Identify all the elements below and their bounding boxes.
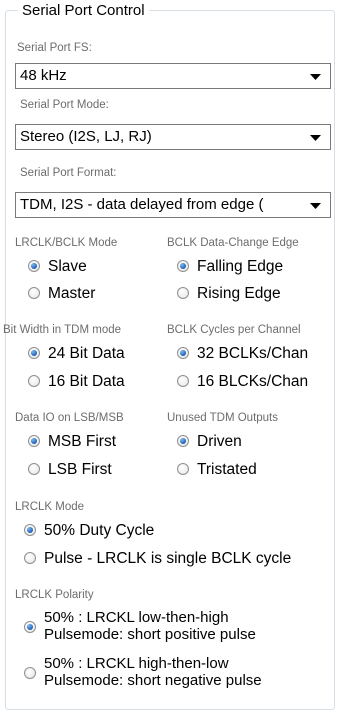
chevron-down-icon (310, 64, 322, 88)
radio-32-bclks-label: 32 BCLKs/Chan (197, 345, 309, 362)
radio-button-icon (177, 287, 189, 299)
serial-port-format-select[interactable]: TDM, I2S - data delayed from edge ( (15, 192, 331, 218)
radio-16-bit-label: 16 Bit Data (48, 373, 125, 390)
radio-msb-first-label: MSB First (48, 433, 117, 450)
bclk-edge-label: BCLK Data-Change Edge (167, 237, 299, 249)
radio-button-icon (28, 435, 40, 447)
lrclk-mode-label: LRCLK Mode (15, 501, 85, 513)
chevron-down-icon (310, 125, 322, 149)
serial-port-fs-value: 48 kHz (20, 67, 67, 84)
radio-button-icon (177, 375, 189, 387)
radio-tristated-label: Tristated (197, 461, 257, 478)
radio-button-icon (28, 287, 40, 299)
bclk-cycles-label: BCLK Cycles per Channel (167, 324, 301, 336)
bit-width-label: Bit Width in TDM mode (3, 324, 122, 336)
polarity-option-1-line2: Pulsemode: short positive pulse (44, 626, 256, 643)
serial-port-fs-select[interactable]: 48 kHz (15, 63, 331, 89)
serial-port-mode-value: Stereo (I2S, LJ, RJ) (20, 128, 152, 145)
polarity-option-2-line2: Pulsemode: short negative pulse (44, 672, 262, 689)
polarity-option-1-line1: 50% : LRCKL low-then-high (44, 609, 229, 626)
radio-falling-edge-label: Falling Edge (197, 258, 284, 275)
radio-button-icon (177, 463, 189, 475)
radio-button-icon (24, 524, 36, 536)
radio-16-bclks-label: 16 BLCKs/Chan (197, 373, 309, 390)
radio-button-icon (28, 347, 40, 359)
lrclk-polarity-label: LRCLK Polarity (15, 589, 94, 601)
radio-button-icon (24, 667, 36, 679)
radio-pulse-label: Pulse - LRCLK is single BCLK cycle (44, 550, 292, 567)
radio-button-icon (177, 347, 189, 359)
serial-port-mode-select[interactable]: Stereo (I2S, LJ, RJ) (15, 124, 331, 150)
serial-port-mode-label: Serial Port Mode: (20, 99, 109, 111)
radio-50-duty-label: 50% Duty Cycle (44, 522, 155, 539)
radio-button-icon (28, 375, 40, 387)
chevron-down-icon (310, 193, 322, 217)
lrclk-bclk-mode-label: LRCLK/BCLK Mode (15, 237, 118, 249)
radio-button-icon (24, 621, 36, 633)
serial-port-format-value: TDM, I2S - data delayed from edge ( (20, 196, 264, 213)
radio-button-icon (24, 552, 36, 564)
polarity-option-2-line1: 50% : LRCKL high-then-low (44, 655, 229, 672)
radio-master-label: Master (48, 285, 96, 302)
radio-button-icon (177, 260, 189, 272)
radio-button-icon (177, 435, 189, 447)
radio-slave-label: Slave (48, 258, 87, 275)
radio-button-icon (28, 463, 40, 475)
serial-port-format-label: Serial Port Format: (20, 167, 117, 179)
radio-24-bit-label: 24 Bit Data (48, 345, 125, 362)
radio-lsb-first-label: LSB First (48, 461, 112, 478)
data-io-label: Data IO on LSB/MSB (15, 412, 124, 424)
radio-driven-label: Driven (197, 433, 242, 450)
serial-port-fs-label: Serial Port FS: (17, 42, 92, 54)
radio-rising-edge-label: Rising Edge (197, 285, 281, 302)
radio-button-icon (28, 260, 40, 272)
group-title: Serial Port Control (18, 2, 149, 20)
unused-tdm-label: Unused TDM Outputs (167, 412, 279, 424)
radio-pulse[interactable]: Pulse - LRCLK is single BCLK cycle (24, 549, 331, 569)
